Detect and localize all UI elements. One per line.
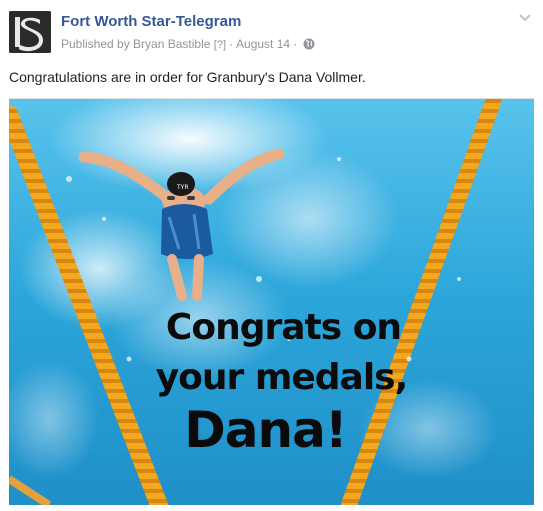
post-date[interactable]: August 14 — [236, 37, 290, 51]
meta-separator: · — [229, 37, 234, 51]
globe-icon[interactable] — [303, 38, 315, 53]
post-meta: Published by Bryan Bastible [?] · August… — [61, 37, 315, 53]
svg-text:TYR: TYR — [176, 184, 189, 191]
chevron-down-icon[interactable] — [518, 11, 532, 23]
post-caption: Congratulations are in order for Granbur… — [9, 69, 366, 85]
meta-separator: · — [293, 37, 298, 51]
page-name-link[interactable]: Fort Worth Star-Telegram — [61, 13, 241, 30]
page-avatar[interactable] — [9, 11, 51, 53]
post-photo[interactable]: TYR Congrats on your medals, Dana! — [9, 98, 534, 505]
help-marker[interactable]: [?] — [214, 39, 226, 51]
facebook-post: Fort Worth Star-Telegram Published by Br… — [0, 0, 543, 511]
published-by: Published by Bryan Bastible — [61, 37, 211, 51]
